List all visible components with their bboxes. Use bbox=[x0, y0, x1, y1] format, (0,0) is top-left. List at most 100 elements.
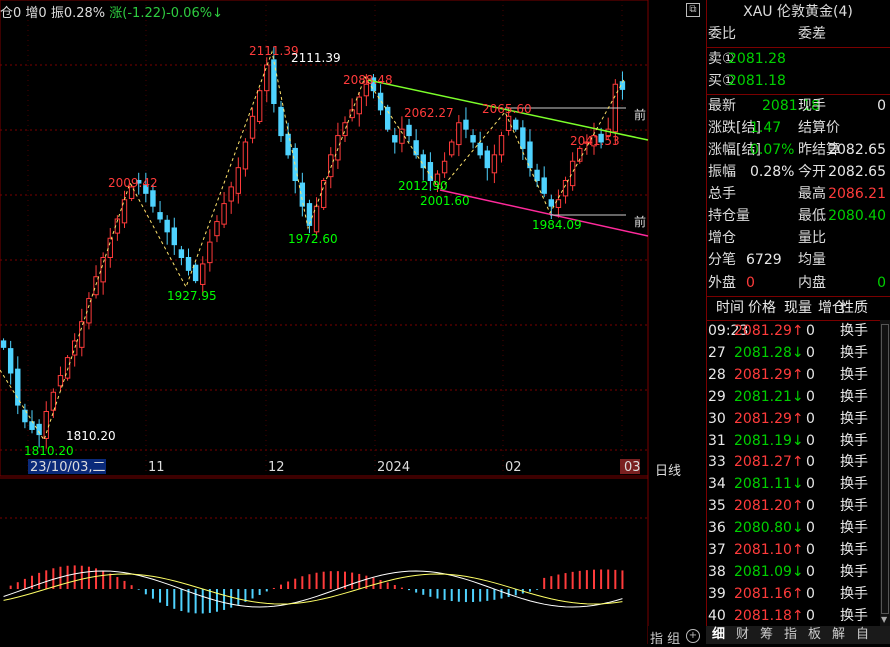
bottom-tab[interactable]: 解 bbox=[832, 626, 845, 644]
bottom-tabs: 细财筹指板解自 bbox=[706, 626, 890, 644]
tick-row: 36 2080.80↓ 0 换手 bbox=[708, 520, 868, 537]
ticks-header: 时间 价格 现量 增仓 性质 bbox=[716, 300, 868, 316]
quote-label: 总手 bbox=[708, 186, 736, 202]
candle-body bbox=[207, 241, 213, 264]
date-axis: 23/10/03,二 11 12 2024 02 03 bbox=[30, 460, 641, 475]
quote-row: 外盘 0 内盘 0 bbox=[706, 273, 890, 294]
candle-body bbox=[150, 190, 156, 207]
candle-body bbox=[392, 135, 398, 143]
top-info-bar: 仓0 增0 振0.28% 涨(-1.22)-0.06%↓ bbox=[0, 2, 223, 21]
quote-value: 0 bbox=[877, 275, 886, 291]
bottom-tab[interactable]: 细 bbox=[712, 626, 725, 644]
amplitude-text: 振0.28% bbox=[50, 6, 106, 21]
increase-text: 增0 bbox=[25, 6, 47, 21]
front-label: 前 bbox=[634, 214, 646, 229]
tick-row: 39 2081.16↑ 0 换手 bbox=[708, 585, 868, 602]
candle-body bbox=[100, 257, 106, 283]
candle-body bbox=[569, 160, 576, 187]
candle-body bbox=[178, 249, 185, 259]
bottom-tab[interactable]: 财 bbox=[736, 626, 749, 644]
candle-body bbox=[249, 115, 256, 139]
candle-body bbox=[498, 135, 505, 156]
candle-body bbox=[470, 135, 476, 143]
quote-label: 委差 bbox=[798, 26, 826, 42]
candle-body bbox=[0, 340, 7, 348]
quote-label: 现手 bbox=[798, 98, 826, 114]
candle-body bbox=[242, 141, 249, 170]
candle-body bbox=[185, 257, 192, 271]
trendlines-group bbox=[0, 50, 649, 442]
date-tick-label: 03 bbox=[624, 460, 641, 475]
candle-body bbox=[221, 203, 227, 225]
quote-value: 1.47 bbox=[750, 120, 782, 136]
quote-row: 涨跌[结] 1.47 结算价 bbox=[706, 118, 890, 139]
candle-body bbox=[285, 133, 291, 156]
quote-label: 外盘 bbox=[708, 275, 736, 291]
candle-body bbox=[79, 321, 85, 348]
candle-body bbox=[520, 127, 526, 149]
candle-body bbox=[463, 119, 469, 130]
candle-body bbox=[335, 135, 341, 161]
candle-body bbox=[534, 169, 540, 182]
tick-row: 28 2081.29↑ 0 换手 bbox=[708, 366, 868, 383]
kline-chart[interactable]: 2111.392111.392088.482062.27 2065.602041.… bbox=[0, 0, 650, 644]
candle-body bbox=[328, 154, 334, 178]
tick-row: 27 2081.28↓ 0 换手 bbox=[708, 344, 868, 361]
quote-row: 振幅 0.28% 今开 2082.65 bbox=[706, 162, 890, 183]
quote-label: 内盘 bbox=[798, 275, 826, 291]
candle-body bbox=[7, 348, 14, 374]
tick-row: 38 2081.09↓ 0 换手 bbox=[708, 563, 868, 580]
candle-body bbox=[157, 212, 163, 220]
quote-label: 结算价 bbox=[798, 120, 840, 136]
macd-group: 00-50.00 bbox=[3, 565, 624, 614]
price-annotation: 2041.53 bbox=[570, 134, 620, 148]
price-annotation: 2012.90 bbox=[398, 179, 448, 193]
quote-row: 涨幅[结] 0.07% 昨结算 2082.65 bbox=[706, 140, 890, 161]
price-annotation: 2065.60 bbox=[482, 102, 532, 116]
quote-value: 0.07% bbox=[750, 142, 795, 158]
price-annotation: 2111.39 bbox=[291, 51, 341, 65]
tick-row: 37 2081.10↑ 0 换手 bbox=[708, 542, 868, 558]
quote-row: 买① 2081.18 bbox=[706, 71, 890, 92]
quote-label: 最新 bbox=[708, 98, 736, 114]
candle-body bbox=[15, 368, 21, 406]
candle-body bbox=[256, 90, 263, 122]
candle-body bbox=[484, 150, 490, 169]
bottom-tab[interactable]: 自 bbox=[856, 626, 869, 644]
tick-row: 40 2081.18↑ 0 换手 bbox=[708, 607, 868, 624]
bottom-tab[interactable]: 板 bbox=[808, 626, 821, 644]
quote-label: 量比 bbox=[798, 230, 826, 246]
date-tick-label: 2024 bbox=[377, 460, 410, 475]
price-annotation: 2088.48 bbox=[343, 73, 393, 87]
quote-label: 持仓量 bbox=[708, 208, 750, 224]
candle-body bbox=[356, 96, 362, 115]
quote-label: 最低 bbox=[798, 208, 826, 224]
symbol-title: XAU 伦敦黄金(4) bbox=[706, 0, 890, 24]
quote-value: 2086.21 bbox=[828, 186, 886, 202]
candle-body bbox=[449, 141, 455, 156]
quote-value: 2081.18 bbox=[728, 73, 786, 89]
candle-body bbox=[93, 276, 99, 296]
candle-body bbox=[214, 221, 220, 237]
bottom-tab[interactable]: 指 bbox=[784, 626, 797, 644]
candle-body bbox=[548, 199, 555, 207]
candle-body bbox=[513, 119, 519, 130]
tick-row: 29 2081.21↓ 0 换手 bbox=[708, 388, 868, 405]
quote-value: 2081.28 bbox=[728, 51, 786, 67]
bottom-tab[interactable]: 筹 bbox=[760, 626, 773, 644]
price-annotation: 2062.27 bbox=[404, 106, 454, 120]
date-tick-label: 12 bbox=[268, 460, 285, 475]
candle-body bbox=[320, 180, 327, 208]
candle-body bbox=[505, 115, 512, 131]
candle-body bbox=[192, 264, 199, 282]
quote-value: 0 bbox=[746, 275, 755, 291]
price-annotation: 2001.60 bbox=[420, 194, 470, 208]
restore-window-icon[interactable]: ⧉ bbox=[686, 3, 700, 17]
tick-row: 35 2081.20↑ 0 换手 bbox=[708, 498, 868, 515]
candle-body bbox=[477, 142, 483, 156]
candle-body bbox=[399, 128, 405, 144]
candle-body bbox=[491, 154, 498, 174]
ticks-scrollbar[interactable]: ▼ bbox=[880, 320, 890, 626]
candle-body bbox=[541, 177, 547, 194]
quote-value: 2082.65 bbox=[828, 142, 886, 158]
